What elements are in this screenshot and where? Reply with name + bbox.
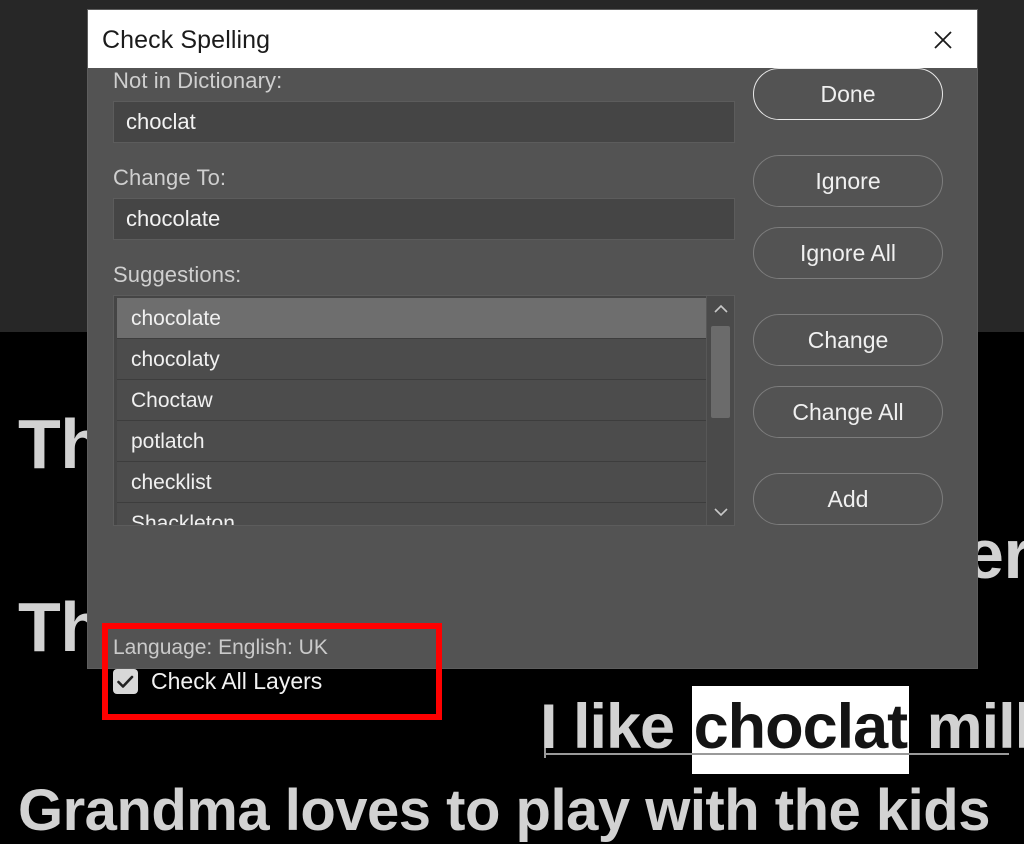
change-to-input[interactable] — [113, 198, 735, 240]
document-text-line-4: Grandma loves to play with the kids — [18, 778, 990, 843]
misspelled-word-highlight: choclat — [691, 686, 910, 774]
suggestions-list[interactable]: chocolate chocolaty Choctaw potlatch checkli… — [114, 296, 706, 525]
change-button[interactable]: Change — [753, 314, 943, 366]
sentence-prefix: I like — [540, 692, 691, 762]
dialog-body: Not in Dictionary: Change To: Suggestion… — [88, 68, 977, 720]
change-to-group: Change To: — [113, 165, 735, 240]
check-all-layers-label: Check All Layers — [151, 668, 323, 694]
suggestion-item[interactable]: Shackleton — [117, 503, 706, 525]
scrollbar-thumb[interactable] — [711, 326, 730, 418]
suggestions-listbox[interactable]: chocolate chocolaty Choctaw potlatch checkli… — [113, 295, 735, 526]
chevron-down-icon[interactable] — [707, 499, 735, 525]
check-all-layers-checkbox[interactable] — [113, 669, 138, 694]
dialog-left-column: Not in Dictionary: Change To: Suggestion… — [113, 68, 735, 526]
options-group: Language: English: UK Check All Layers — [113, 634, 431, 695]
check-icon — [117, 675, 134, 688]
dialog-titlebar: Check Spelling — [88, 10, 977, 68]
dialog-button-column: Done Ignore Ignore All Change Change All Add — [753, 68, 943, 525]
dialog-title: Check Spelling — [102, 26, 271, 54]
language-status: Language: English: UK — [113, 636, 328, 659]
scrollbar-track[interactable] — [711, 322, 730, 499]
ignore-button[interactable]: Ignore — [753, 155, 943, 207]
suggestions-label: Suggestions: — [113, 262, 242, 287]
ignore-all-button[interactable]: Ignore All — [753, 227, 943, 279]
suggestion-item[interactable]: potlatch — [117, 421, 706, 462]
suggestions-group: Suggestions: chocolate chocolaty Choctaw po… — [113, 262, 735, 526]
done-button[interactable]: Done — [753, 68, 943, 120]
suggestion-item[interactable]: chocolate — [117, 298, 706, 339]
suggestion-item[interactable]: Choctaw — [117, 380, 706, 421]
text-cursor-tick — [544, 748, 546, 758]
change-all-button[interactable]: Change All — [753, 386, 943, 438]
not-in-dictionary-label: Not in Dictionary: — [113, 68, 283, 93]
suggestion-item[interactable]: chocolaty — [117, 339, 706, 380]
not-in-dictionary-group: Not in Dictionary: — [113, 68, 735, 143]
sentence-suffix: milk — [926, 692, 1024, 762]
check-all-layers-row[interactable]: Check All Layers — [113, 668, 431, 695]
text-baseline-rule — [544, 753, 1009, 755]
not-in-dictionary-input[interactable] — [113, 101, 735, 143]
suggestions-scrollbar[interactable] — [706, 296, 734, 525]
check-spelling-dialog: Check Spelling Not in Dictionary: Change… — [88, 10, 977, 720]
document-text-line-3: I like choclat milk — [540, 686, 1024, 774]
change-to-label: Change To: — [113, 165, 227, 190]
chevron-up-icon[interactable] — [707, 296, 735, 322]
suggestion-item[interactable]: checklist — [117, 462, 706, 503]
add-button[interactable]: Add — [753, 473, 943, 525]
close-icon[interactable] — [929, 26, 957, 54]
